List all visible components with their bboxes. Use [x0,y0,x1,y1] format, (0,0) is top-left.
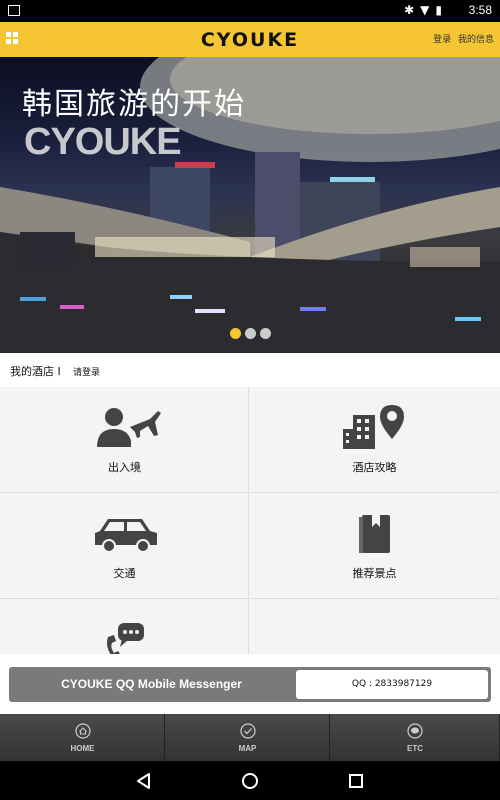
qq-number-box[interactable]: QQ : 2833987129 [296,670,488,699]
app-logo: CYOUKE [200,29,300,51]
carousel-dot[interactable] [259,328,271,339]
banner-carousel[interactable]: 韩国旅游的开始 CYOUKE [0,57,500,353]
person-plane-icon [97,408,161,447]
tab-etc[interactable]: ETC [330,714,500,761]
recents-icon[interactable] [344,769,368,793]
menu-item-contact[interactable] [0,599,249,654]
my-hotel-label: 我的酒店 I [10,365,61,378]
feature-menu: 出入境 酒店攻略 交通 推荐景点 [0,387,500,654]
system-nav-bar [0,761,500,800]
bluetooth-icon: ✱ [404,3,421,17]
menu-item-label: 交通 [113,567,136,580]
tab-label: MAP [238,744,257,753]
menu-item-immigration[interactable]: 出入境 [0,387,249,493]
menu-item-label: 推荐景点 [352,567,397,580]
my-hotel-bar: 我的酒店 I 请登录 [0,353,500,388]
qq-messenger-bar[interactable]: CYOUKE QQ Mobile Messenger QQ : 28339871… [9,667,491,702]
hotel-location-icon [343,405,404,449]
menu-item-label: 酒店攻略 [352,461,397,474]
back-icon[interactable] [132,769,156,793]
my-info-link[interactable]: 我的信息 [458,35,494,45]
clock: 3:58 [468,3,492,17]
wifi-icon: ▼ [420,3,436,17]
app-header: CYOUKE 登录 我的信息 [0,22,500,57]
tab-label: ETC [407,744,423,753]
battery-icon: ▮ [435,3,448,17]
menu-item-label: 出入境 [108,461,141,474]
header-links: 登录 我的信息 [429,32,494,45]
tab-map[interactable]: MAP [165,714,330,761]
home-nav-icon[interactable] [238,769,262,793]
gallery-notification-icon [8,5,20,16]
car-icon [95,519,157,553]
check-circle-icon [165,723,330,743]
tab-label: HOME [70,744,95,753]
carousel-dot[interactable] [244,328,256,339]
tab-home[interactable]: HOME [0,714,165,761]
menu-item-empty [250,599,499,654]
login-link[interactable]: 登录 [433,35,451,45]
carousel-indicator [0,324,500,343]
menu-item-transport[interactable]: 交通 [0,493,249,599]
bottom-tab-bar: HOME MAP ETC [0,714,500,761]
banner-title: 韩国旅游的开始 [22,87,246,122]
menu-item-attractions[interactable]: 推荐景点 [250,493,499,599]
messenger-title: CYOUKE QQ Mobile Messenger [61,677,242,691]
system-status-icons: ✱▼▮ [404,3,448,17]
chat-icon [330,723,500,743]
menu-item-hotel-guide[interactable]: 酒店攻略 [250,387,499,493]
banner-subtitle: CYOUKE [24,121,182,163]
guidebook-icon [359,515,390,553]
login-prompt-link[interactable]: 请登录 [73,365,100,378]
phone-chat-icon [107,623,144,654]
carousel-dot[interactable] [229,328,241,339]
home-icon [0,723,165,743]
status-bar: ✱▼▮ 3:58 [0,0,500,22]
